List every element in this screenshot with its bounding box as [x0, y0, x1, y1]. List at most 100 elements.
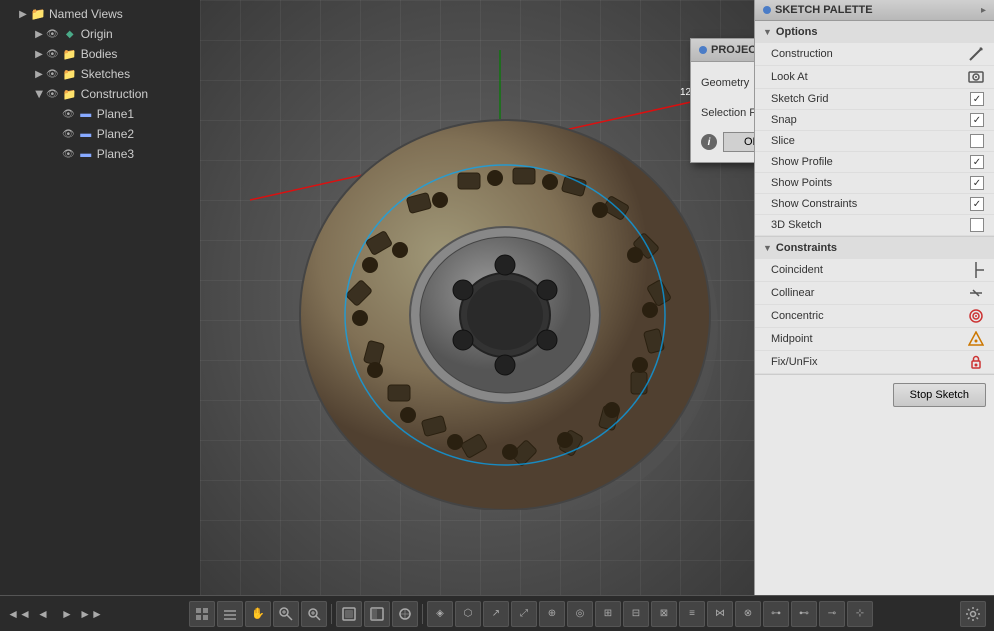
sidebar-item-label: Sketches [81, 67, 130, 81]
checkbox-slice[interactable] [970, 134, 984, 148]
palette-item-construction[interactable]: Construction [755, 43, 994, 66]
tool-btn-13[interactable]: ⊶ [763, 601, 789, 627]
tool-btn-2[interactable]: ⬡ [455, 601, 481, 627]
eye-icon: 👁 [46, 29, 59, 40]
item-control [968, 331, 984, 347]
tool-btn-10[interactable]: ≡ [679, 601, 705, 627]
sidebar-item-construction[interactable]: ▶ 👁 📁 Construction [0, 84, 200, 104]
ok-button[interactable]: OK [723, 132, 754, 152]
display-type-btn-3[interactable] [392, 601, 418, 627]
tool-btn-1[interactable]: ◈ [427, 601, 453, 627]
sidebar-item-label: Plane2 [97, 127, 134, 141]
selection-filter-row: Selection Filter [701, 102, 754, 124]
expand-arrow: ▶ [32, 29, 46, 40]
sidebar-item-sketches[interactable]: ▶ 👁 📁 Sketches [0, 64, 200, 84]
checkbox-sketch-grid[interactable] [970, 92, 984, 106]
component-icon: ◆ [62, 26, 78, 42]
midpoint-icon [968, 331, 984, 347]
palette-item-show-points[interactable]: Show Points [755, 173, 994, 194]
palette-item-show-constraints[interactable]: Show Constraints [755, 194, 994, 215]
display-type-2-icon [370, 607, 384, 621]
palette-item-fix-unfix[interactable]: Fix/UnFix [755, 351, 994, 374]
palette-item-midpoint[interactable]: Midpoint [755, 328, 994, 351]
item-label: Snap [771, 114, 797, 126]
expand-arrow: ▶ [32, 49, 46, 60]
nav-group: ◄◄ ◄ ► ►► [8, 603, 102, 625]
item-label: Show Profile [771, 156, 833, 168]
tool-btn-4[interactable]: ⤢ [511, 601, 537, 627]
sidebar-item-plane1[interactable]: ▶ 👁 ▬ Plane1 [0, 104, 200, 124]
item-control [968, 262, 984, 278]
tool-btn-3[interactable]: ↗ [483, 601, 509, 627]
palette-title-label: SKETCH PALETTE [775, 4, 873, 16]
tool-btn-15[interactable]: ⊸ [819, 601, 845, 627]
3d-viewport[interactable]: 125 250 [200, 0, 754, 595]
tool-btn-8[interactable]: ⊟ [623, 601, 649, 627]
plane-icon: ▬ [78, 146, 94, 162]
sidebar-item-label: Construction [81, 87, 148, 101]
palette-item-slice[interactable]: Slice [755, 131, 994, 152]
section-triangle: ▼ [763, 243, 772, 253]
palette-item-3d-sketch[interactable]: 3D Sketch [755, 215, 994, 236]
geometry-row: Geometry ⬆ Select [701, 72, 754, 94]
palette-item-coincident[interactable]: Coincident [755, 259, 994, 282]
zoom-btn[interactable] [273, 601, 299, 627]
nav-last-btn[interactable]: ►► [80, 603, 102, 625]
display-type-btn-2[interactable] [364, 601, 390, 627]
item-label: Midpoint [771, 333, 813, 345]
item-control [968, 69, 984, 85]
item-control [968, 285, 984, 301]
checkbox-3d-sketch[interactable] [970, 218, 984, 232]
checkbox-show-constraints[interactable] [970, 197, 984, 211]
view-tools-group: ✋ [189, 601, 873, 627]
nav-next-btn[interactable]: ► [56, 603, 78, 625]
sidebar-item-plane2[interactable]: ▶ 👁 ▬ Plane2 [0, 124, 200, 144]
palette-item-snap[interactable]: Snap [755, 110, 994, 131]
nav-prev-btn[interactable]: ◄ [32, 603, 54, 625]
tool-btn-11[interactable]: ⋈ [707, 601, 733, 627]
constraints-header[interactable]: ▼ Constraints [755, 237, 994, 259]
tool-btn-16[interactable]: ⊹ [847, 601, 873, 627]
folder-icon: 📁 [30, 6, 46, 22]
sidebar-item-origin[interactable]: ▶ 👁 ◆ Origin [0, 24, 200, 44]
palette-item-sketch-grid[interactable]: Sketch Grid [755, 89, 994, 110]
display-mode-btn-1[interactable] [189, 601, 215, 627]
tool-btn-6[interactable]: ◎ [567, 601, 593, 627]
display-type-btn-1[interactable] [336, 601, 362, 627]
constraints-label: Constraints [776, 242, 837, 254]
nav-first-btn[interactable]: ◄◄ [8, 603, 30, 625]
item-label: 3D Sketch [771, 219, 822, 231]
plane-icon: ▬ [78, 106, 94, 122]
palette-item-collinear[interactable]: Collinear [755, 282, 994, 305]
sidebar-item-bodies[interactable]: ▶ 👁 📁 Bodies [0, 44, 200, 64]
pan-btn[interactable]: ✋ [245, 601, 271, 627]
sidebar-item-named-views[interactable]: ▶ 📁 Named Views [0, 4, 200, 24]
item-label: Look At [771, 71, 808, 83]
checkbox-show-points[interactable] [970, 176, 984, 190]
checkbox-snap[interactable] [970, 113, 984, 127]
sidebar-item-label: Plane1 [97, 107, 134, 121]
tool-btn-14[interactable]: ⊷ [791, 601, 817, 627]
item-label: Construction [771, 48, 833, 60]
eye-icon: 👁 [62, 149, 75, 160]
palette-item-show-profile[interactable]: Show Profile [755, 152, 994, 173]
tool-btn-7[interactable]: ⊞ [595, 601, 621, 627]
checkbox-show-profile[interactable] [970, 155, 984, 169]
zoom-extents-btn[interactable] [301, 601, 327, 627]
stop-sketch-button[interactable]: Stop Sketch [893, 383, 986, 407]
palette-expand-btn[interactable]: ▸ [981, 5, 986, 16]
folder-icon: 📁 [62, 86, 78, 102]
display-mode-btn-2[interactable] [217, 601, 243, 627]
options-header[interactable]: ▼ Options [755, 21, 994, 43]
settings-btn[interactable] [960, 601, 986, 627]
tool-btn-9[interactable]: ⊠ [651, 601, 677, 627]
palette-item-look-at[interactable]: Look At [755, 66, 994, 89]
tool-btn-12[interactable]: ⊗ [735, 601, 761, 627]
item-control [970, 92, 984, 106]
item-control [970, 134, 984, 148]
tool-btn-5[interactable]: ⊕ [539, 601, 565, 627]
sidebar-item-plane3[interactable]: ▶ 👁 ▬ Plane3 [0, 144, 200, 164]
palette-item-concentric[interactable]: Concentric [755, 305, 994, 328]
item-control [970, 113, 984, 127]
item-label: Sketch Grid [771, 93, 828, 105]
